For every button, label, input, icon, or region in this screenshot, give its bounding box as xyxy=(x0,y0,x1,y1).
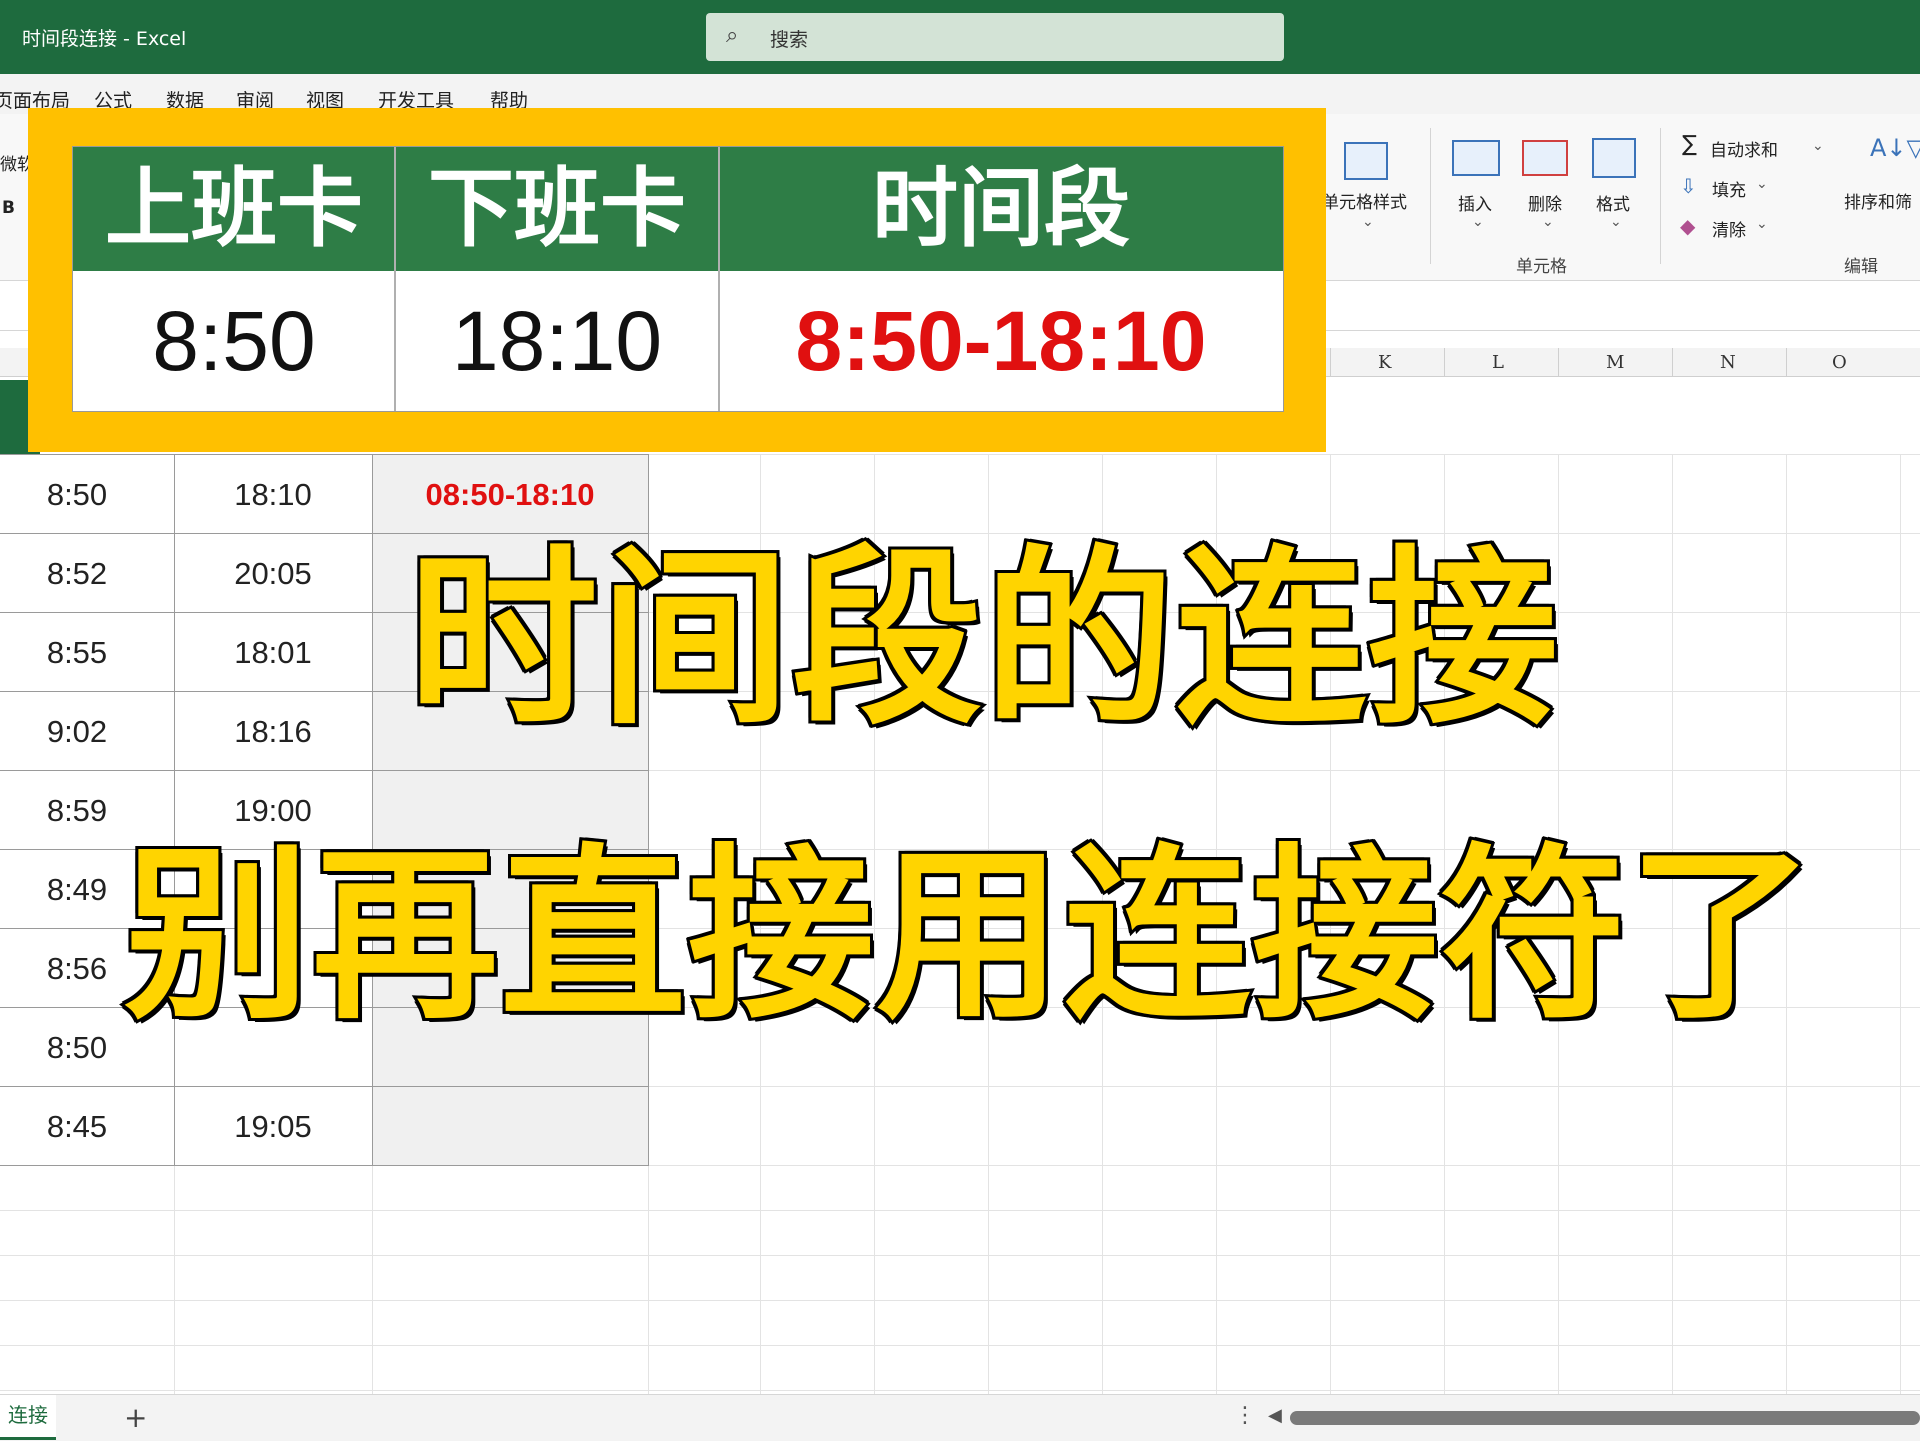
insert-button[interactable]: 插入 xyxy=(1458,190,1492,215)
column-header-l[interactable]: L xyxy=(1492,352,1504,373)
sort-filter-icon: A↓▽ xyxy=(1870,134,1920,162)
editing-group-label: 编辑 xyxy=(1844,257,1878,277)
column-header-m[interactable]: M xyxy=(1606,352,1624,373)
column-divider xyxy=(718,147,720,411)
clear-button[interactable]: 清除 xyxy=(1712,216,1746,241)
table-cell-start[interactable]: 8:50 xyxy=(0,456,154,534)
cell-styles-button[interactable]: 单元格样式 xyxy=(1322,188,1407,213)
delete-cells-icon xyxy=(1522,140,1568,176)
caption-line-2: 别再直接用连接符了 xyxy=(121,827,1817,1044)
scroll-left-icon[interactable]: ◀ xyxy=(1268,1405,1282,1426)
chevron-down-icon: ⌄ xyxy=(1472,214,1484,230)
title-bar: 时间段连接 - Excel ⌕ 搜索 xyxy=(0,0,1920,74)
table-cell-end[interactable]: 19:05 xyxy=(174,1088,372,1166)
example-card: 上班卡 下班卡 时间段 8:50 18:10 8:50-18:10 xyxy=(28,108,1326,452)
search-placeholder: 搜索 xyxy=(770,29,809,51)
ribbon-separator xyxy=(1660,128,1661,264)
window-title: 时间段连接 - Excel xyxy=(22,28,187,50)
sigma-icon: ∑ xyxy=(1682,132,1697,157)
ribbon-separator xyxy=(1430,128,1431,264)
delete-button[interactable]: 删除 xyxy=(1528,190,1562,215)
cells-group-label: 单元格 xyxy=(1516,257,1567,277)
header-time-range: 时间段 xyxy=(719,147,1283,271)
caption-line-1: 时间段的连接 xyxy=(405,529,1561,750)
horizontal-scrollbar[interactable] xyxy=(1290,1411,1920,1425)
column-divider xyxy=(394,147,396,411)
chevron-down-icon: ⌄ xyxy=(1756,216,1768,232)
more-options-icon[interactable]: ⋮ xyxy=(1234,1403,1256,1428)
format-cells-icon xyxy=(1592,138,1636,178)
autosum-button[interactable]: 自动求和 xyxy=(1710,136,1778,161)
search-icon: ⌕ xyxy=(726,23,739,48)
search-box[interactable]: ⌕ 搜索 xyxy=(706,13,1284,61)
table-cell-start[interactable]: 8:45 xyxy=(0,1088,154,1166)
value-time-range: 8:50-18:10 xyxy=(795,294,1207,388)
column-header-k[interactable]: K xyxy=(1378,352,1391,373)
column-divider xyxy=(1786,348,1787,376)
chevron-down-icon: ⌄ xyxy=(1756,176,1768,192)
sheet-tab-bar: 连接 + ⋮ ◀ xyxy=(0,1394,1920,1441)
add-sheet-button[interactable]: + xyxy=(124,1401,147,1434)
insert-cells-icon xyxy=(1452,140,1500,176)
table-cell-result[interactable]: 08:50-18:10 xyxy=(372,456,648,534)
format-button[interactable]: 格式 xyxy=(1596,190,1630,215)
column-divider xyxy=(1672,348,1673,376)
chevron-down-icon: ⌄ xyxy=(1610,214,1622,230)
example-table: 上班卡 下班卡 时间段 8:50 18:10 8:50-18:10 xyxy=(72,146,1284,412)
column-header-n[interactable]: N xyxy=(1720,352,1736,373)
chevron-down-icon: ⌄ xyxy=(1362,214,1374,230)
column-divider xyxy=(1444,348,1445,376)
sheet-tab[interactable]: 连接 xyxy=(0,1395,56,1440)
chevron-down-icon: ⌄ xyxy=(1812,138,1824,154)
sort-filter-button[interactable]: 排序和筛 xyxy=(1844,188,1912,213)
fill-button[interactable]: 填充 xyxy=(1712,176,1746,201)
fill-icon: ⇩ xyxy=(1680,174,1697,198)
chevron-down-icon: ⌄ xyxy=(1542,214,1554,230)
column-header-o[interactable]: O xyxy=(1832,352,1847,373)
header-clock-out: 下班卡 xyxy=(395,147,719,271)
value-clock-in: 8:50 xyxy=(152,294,316,388)
header-clock-in: 上班卡 xyxy=(73,147,395,271)
column-divider xyxy=(1330,348,1331,376)
value-clock-out: 18:10 xyxy=(451,294,663,388)
bold-button[interactable]: B xyxy=(2,198,15,218)
column-divider xyxy=(1558,348,1559,376)
table-cell-end[interactable]: 18:10 xyxy=(174,456,372,534)
eraser-icon: ◆ xyxy=(1680,214,1696,238)
cell-styles-icon xyxy=(1344,142,1388,180)
